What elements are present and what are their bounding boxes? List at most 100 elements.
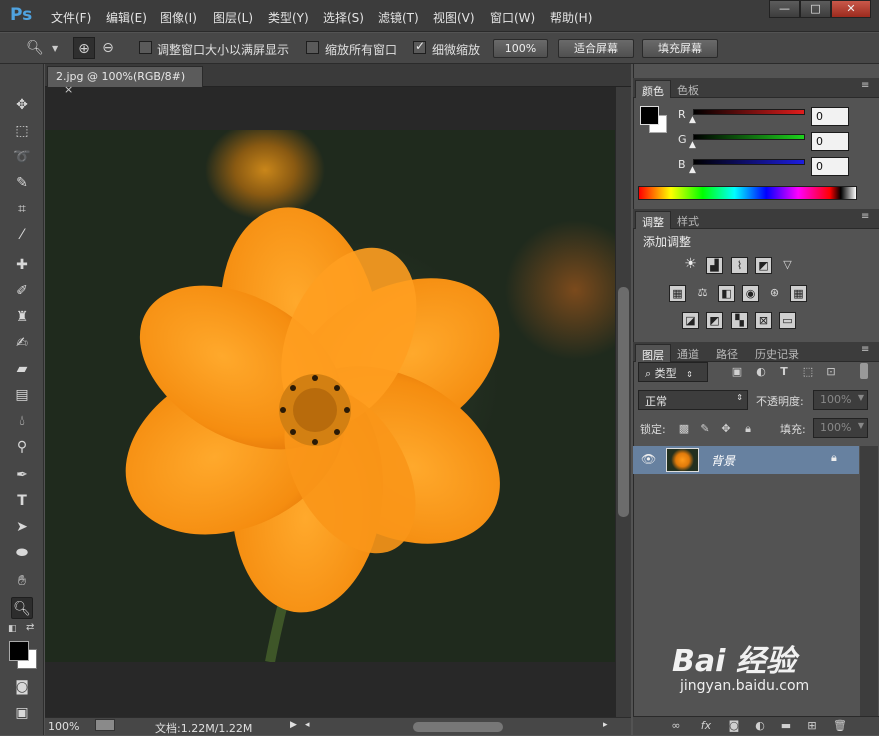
filter-shape-icon[interactable]: ⬚ [801,365,815,379]
eye-visibility-icon[interactable]: 👁︎ [641,452,656,466]
filter-adjustment-icon[interactable]: ◐ [754,365,768,379]
tab-swatches[interactable]: 色板 [671,80,705,98]
red-value-input[interactable]: 0 [811,107,849,126]
menu-file[interactable]: 文件(F) [51,9,91,26]
scroll-right-icon[interactable]: ▸ [603,720,608,730]
zoom-level[interactable]: 100% [48,720,79,733]
tab-channels[interactable]: 通道 [671,344,705,362]
brightness-contrast-icon[interactable]: ☀ [682,257,699,274]
filter-pixel-icon[interactable]: ▣ [730,365,744,379]
panel-menu-icon[interactable]: ≡ [861,80,869,91]
image-canvas[interactable] [45,130,615,662]
zoom-tool-icon[interactable]: 🔍︎ [11,597,33,619]
blend-mode-dropdown[interactable]: 正常 ⇕ [638,390,748,410]
black-white-icon[interactable]: ◧ [718,285,735,302]
vibrance-icon[interactable]: ▽ [779,257,796,274]
menu-select[interactable]: 选择(S) [323,9,364,26]
close-button[interactable]: ✕ [831,0,871,18]
new-layer-icon[interactable]: ⊞ [805,719,819,733]
red-slider[interactable] [693,109,805,115]
horizontal-scroll-thumb[interactable] [413,722,503,732]
menu-window[interactable]: 窗口(W) [490,9,535,26]
lock-transparent-icon[interactable]: ▩ [677,422,691,436]
menu-filter[interactable]: 滤镜(T) [378,9,419,26]
zoom-tool-preset-icon[interactable]: 🔍︎ [24,37,46,59]
crop-tool-icon[interactable]: ⌗ [11,198,33,220]
new-group-icon[interactable]: ▬ [779,719,793,733]
zoom-in-icon[interactable]: ⊕ [73,37,95,59]
status-menu-arrow-icon[interactable]: ▶ [290,720,297,730]
fill-input[interactable]: 100% ▼ [813,418,868,438]
trash-icon[interactable]: 🗑︎ [833,719,847,733]
tab-styles[interactable]: 样式 [671,211,705,229]
layer-filter-dropdown[interactable]: ⌕ 类型 ⇕ [638,362,708,382]
healing-brush-tool-icon[interactable]: ✚ [11,254,33,276]
document-tab[interactable]: 2.jpg @ 100%(RGB/8#) × [47,66,203,96]
filter-smart-object-icon[interactable]: ⊡ [824,365,838,379]
filter-type-icon[interactable]: T [777,365,791,379]
gradient-tool-icon[interactable]: ▤ [11,384,33,406]
resize-windows-checkbox[interactable] [139,41,152,54]
new-adjustment-layer-icon[interactable]: ◐ [753,719,767,733]
invert-icon[interactable]: ◪ [682,312,699,329]
quick-mask-icon[interactable]: ◙ [11,676,33,698]
chevron-down-icon[interactable]: ▼ [52,44,58,53]
menu-type[interactable]: 类型(Y) [268,9,309,26]
levels-icon[interactable]: ▟ [706,257,723,274]
scrubby-zoom-checkbox[interactable] [413,39,426,54]
eraser-tool-icon[interactable]: ▰ [11,358,33,380]
eyedropper-tool-icon[interactable]: ⁄ [11,224,33,246]
swap-colors-icon[interactable]: ⇄ [26,622,34,633]
move-tool-icon[interactable]: ✥ [11,94,33,116]
marquee-tool-icon[interactable]: ⬚ [11,120,33,142]
photo-filter-icon[interactable]: ◉ [742,285,759,302]
opacity-input[interactable]: 100% ▼ [813,390,868,410]
color-lookup-icon[interactable]: ▦ [790,285,807,302]
curves-icon[interactable]: ⌇ [731,257,748,274]
layer-row[interactable]: 👁︎ 背景 🔒︎ [633,446,859,474]
color-balance-icon[interactable]: ⚖ [694,285,711,302]
blue-slider[interactable] [693,159,805,165]
actual-pixels-button[interactable]: 100% [493,39,548,58]
tab-history[interactable]: 历史记录 [749,344,805,362]
blue-value-input[interactable]: 0 [811,157,849,176]
minimize-button[interactable]: — [769,0,800,18]
tab-adjustments[interactable]: 调整 [635,211,671,229]
zoom-out-icon[interactable]: ⊖ [97,37,119,59]
tab-color[interactable]: 颜色 [635,80,671,98]
layers-scrollbar[interactable] [860,446,878,716]
fx-icon[interactable]: fx [699,719,713,733]
lock-image-icon[interactable]: ✎ [698,422,712,436]
fit-screen-button[interactable]: 适合屏幕 [558,39,634,58]
ellipse-tool-icon[interactable]: ⬬ [11,542,33,564]
menu-layer[interactable]: 图层(L) [213,9,253,26]
pen-tool-icon[interactable]: ✒ [11,464,33,486]
red-slider-handle-icon[interactable]: ▲ [689,115,696,125]
quick-select-tool-icon[interactable]: ✎ [11,172,33,194]
channel-mixer-icon[interactable]: ⊛ [766,285,783,302]
color-spectrum-ramp[interactable] [638,186,857,200]
add-mask-icon[interactable]: ◙ [727,719,741,733]
exposure-icon[interactable]: ◩ [755,257,772,274]
tab-paths[interactable]: 路径 [710,344,744,362]
threshold-icon[interactable]: ▚ [731,312,748,329]
green-slider[interactable] [693,134,805,140]
blur-tool-icon[interactable]: 💧︎ [11,410,33,432]
filter-toggle-switch[interactable] [860,363,868,379]
green-value-input[interactable]: 0 [811,132,849,151]
tab-layers[interactable]: 图层 [635,344,671,362]
foreground-color-swatch[interactable] [9,641,29,661]
selective-color-icon[interactable]: ⊠ [755,312,772,329]
default-colors-icon[interactable]: ◧ [8,624,17,634]
layer-name[interactable]: 背景 [711,452,735,469]
vertical-scrollbar[interactable] [616,87,631,717]
color-foreground-swatch[interactable] [640,106,659,125]
brush-tool-icon[interactable]: ✐ [11,280,33,302]
gradient-map-icon[interactable]: ▭ [779,312,796,329]
fill-screen-button[interactable]: 填充屏幕 [642,39,718,58]
panel-menu-icon[interactable]: ≡ [861,344,869,355]
menu-edit[interactable]: 编辑(E) [106,9,147,26]
screen-mode-icon[interactable]: ▣ [11,702,33,724]
lock-position-icon[interactable]: ✥ [719,422,733,436]
panel-menu-icon[interactable]: ≡ [861,211,869,222]
